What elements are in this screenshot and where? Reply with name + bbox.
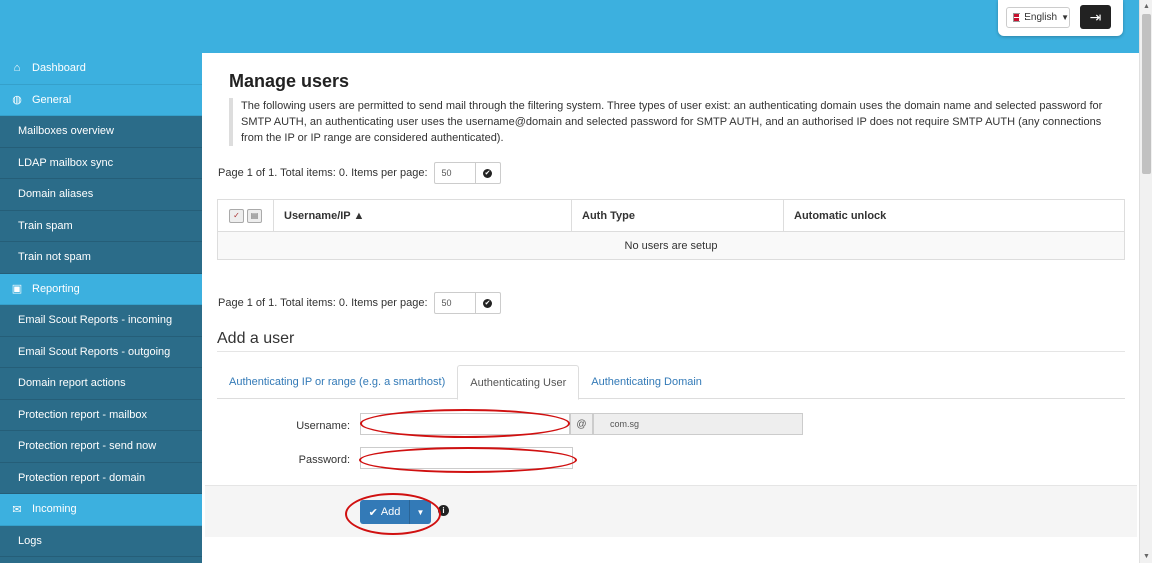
sidebar-item-reporting[interactable]: ▣ Reporting <box>0 273 202 305</box>
sidebar-item-incoming[interactable]: ✉ Incoming <box>0 494 202 526</box>
tab-authenticating-ip[interactable]: Authenticating IP or range (e.g. a smart… <box>217 365 457 399</box>
sidebar-item-label: Protection report - mailbox <box>18 408 147 421</box>
add-button-main[interactable]: ✔ Add <box>360 500 410 524</box>
sidebar-item-train-spam[interactable]: Train spam <box>0 211 202 242</box>
form-footer <box>205 485 1137 537</box>
sidebar-item-protection-report-mailbox[interactable]: Protection report - mailbox <box>0 400 202 431</box>
sign-out-icon: ⇥ <box>1089 8 1102 25</box>
sidebar-item-domain-report-actions[interactable]: Domain report actions <box>0 368 202 400</box>
select-column-header: ✓ ▤ <box>218 200 274 231</box>
logout-button[interactable]: ⇥ <box>1080 5 1111 29</box>
copy-icon[interactable]: ▤ <box>247 208 262 223</box>
sidebar-item-label: Reporting <box>32 282 80 295</box>
home-icon: ⌂ <box>13 62 21 75</box>
at-symbol: @ <box>570 413 593 435</box>
scrollbar[interactable]: ▲ ▼ <box>1139 0 1152 563</box>
sidebar-item-mailboxes-overview[interactable]: Mailboxes overview <box>0 116 202 148</box>
divider <box>217 351 1125 352</box>
uk-flag-icon <box>1013 13 1027 22</box>
sidebar-item-logs[interactable]: Logs <box>0 526 202 557</box>
pager-text: Page 1 of 1. Total items: 0. Items per p… <box>218 297 428 309</box>
items-per-page-input[interactable]: 50 <box>433 292 476 314</box>
page-description: The following users are permitted to sen… <box>229 98 1119 146</box>
sidebar-item-label: Train spam <box>18 219 73 232</box>
page-title: Manage users <box>229 71 350 91</box>
add-user-heading: Add a user <box>217 330 295 347</box>
sidebar-item-protection-report-domain[interactable]: Protection report - domain <box>0 463 202 494</box>
envelope-icon: ✉ <box>12 503 22 516</box>
sidebar-item-label: LDAP mailbox sync <box>18 156 114 169</box>
sidebar-item-label: Logs <box>18 534 42 547</box>
sidebar-item-general[interactable]: ◍ General <box>0 84 202 116</box>
column-auth-type[interactable]: Auth Type <box>572 200 784 231</box>
users-table: ✓ ▤ Username/IP ▲ Auth Type Automatic un… <box>217 199 1125 260</box>
add-button[interactable]: ✔ Add ▼ <box>360 500 431 524</box>
info-icon[interactable]: i <box>438 505 449 516</box>
inbox-icon: ▣ <box>11 283 23 296</box>
header-controls: English ▼ ⇥ <box>998 0 1123 36</box>
chevron-down-icon: ▼ <box>1061 13 1069 22</box>
table-header: ✓ ▤ Username/IP ▲ Auth Type Automatic un… <box>218 200 1124 232</box>
sidebar-item-domain-aliases[interactable]: Domain aliases <box>0 179 202 211</box>
sidebar-item-label: Incoming <box>32 503 77 516</box>
sidebar-item-label: Domain report actions <box>18 377 126 390</box>
password-label: Password: <box>298 454 350 466</box>
sidebar-item-label: Email Scout Reports - outgoing <box>18 345 171 358</box>
add-button-label: Add <box>380 506 401 518</box>
main-content: Manage users The following users are per… <box>202 53 1139 563</box>
pager-top: Page 1 of 1. Total items: 0. Items per p… <box>218 162 501 184</box>
sidebar-item-label: Email Scout Reports - incoming <box>18 314 173 327</box>
sidebar-item-label: General <box>32 93 72 106</box>
sidebar-item-label: Train not spam <box>18 251 91 264</box>
column-automatic-unlock[interactable]: Automatic unlock <box>784 200 1124 231</box>
column-username-ip[interactable]: Username/IP ▲ <box>274 200 572 231</box>
sidebar-item-dashboard[interactable]: ⌂ Dashboard <box>0 53 202 85</box>
table-empty-message: No users are setup <box>218 232 1124 259</box>
apply-per-page-button[interactable]: ✔ <box>475 162 501 184</box>
scroll-up-icon[interactable]: ▲ <box>1140 0 1152 12</box>
sidebar-item-label: Protection report - domain <box>18 471 146 484</box>
apply-per-page-button[interactable]: ✔ <box>475 292 501 314</box>
top-header-bar: English ▼ ⇥ <box>0 0 1139 53</box>
sidebar-item-ldap-mailbox-sync[interactable]: LDAP mailbox sync <box>0 148 202 179</box>
tab-authenticating-user[interactable]: Authenticating User <box>457 365 580 400</box>
items-per-page-input[interactable]: 50 <box>433 162 476 184</box>
sidebar-item-email-scout-incoming[interactable]: Email Scout Reports - incoming <box>0 305 202 337</box>
check-circle-icon: ✔ <box>483 168 493 178</box>
chevron-down-icon[interactable]: ▼ <box>410 500 431 524</box>
password-input[interactable] <box>360 447 573 469</box>
username-input[interactable] <box>360 413 570 435</box>
sidebar-item-label: Mailboxes overview <box>18 125 114 138</box>
language-label: English <box>1024 12 1058 23</box>
auth-type-tabs: Authenticating IP or range (e.g. a smart… <box>217 365 1125 400</box>
check-circle-icon: ✔ <box>483 298 493 308</box>
sidebar-item-email-scout-outgoing[interactable]: Email Scout Reports - outgoing <box>0 337 202 368</box>
scrollbar-thumb[interactable] <box>1142 14 1151 174</box>
sidebar-item-label: Protection report - send now <box>18 440 157 453</box>
domain-field[interactable]: com.sg <box>593 413 803 435</box>
pager-text: Page 1 of 1. Total items: 0. Items per p… <box>218 167 428 179</box>
scroll-down-icon[interactable]: ▼ <box>1140 550 1152 562</box>
sidebar-item-label: Domain aliases <box>18 188 94 201</box>
username-label: Username: <box>296 420 350 432</box>
sidebar-item-train-not-spam[interactable]: Train not spam <box>0 242 202 274</box>
sidebar: ⌂ Dashboard ◍ General Mailboxes overview… <box>0 53 202 563</box>
sidebar-item-label: Dashboard <box>32 62 86 75</box>
pager-bottom: Page 1 of 1. Total items: 0. Items per p… <box>218 292 501 314</box>
tab-authenticating-domain[interactable]: Authenticating Domain <box>579 365 714 399</box>
language-dropdown[interactable]: English ▼ <box>1006 7 1070 28</box>
select-all-icon[interactable]: ✓ <box>229 208 244 223</box>
check-icon: ✔ <box>368 506 378 519</box>
sidebar-item-protection-report-send-now[interactable]: Protection report - send now <box>0 431 202 463</box>
globe-icon: ◍ <box>12 94 22 107</box>
